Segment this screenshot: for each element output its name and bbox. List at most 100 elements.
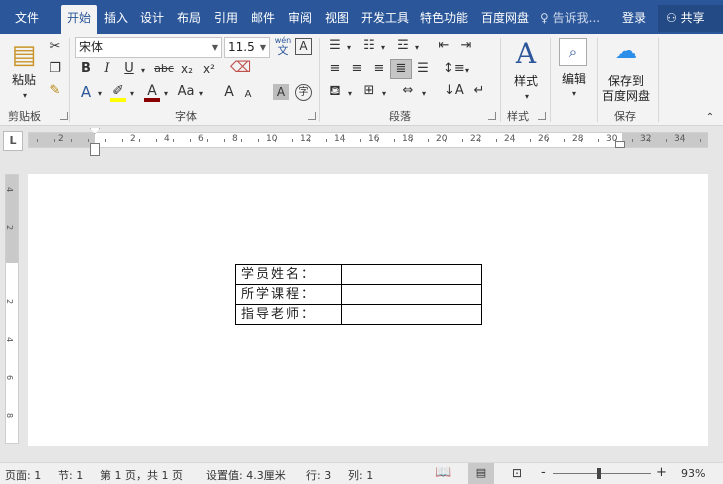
multilevel-dropdown-icon[interactable]: ▾ (413, 40, 421, 56)
italic-button[interactable]: I (100, 61, 114, 77)
styles-gallery-icon[interactable]: A (510, 38, 542, 70)
font-name-combo[interactable]: 宋体 ▼ (75, 37, 222, 58)
tab-mailings[interactable]: 邮件 (246, 7, 280, 34)
format-painter-icon[interactable]: ✎ (46, 83, 64, 99)
underline-dropdown-icon[interactable]: ▾ (138, 63, 148, 79)
editing-dropdown-icon[interactable]: ▾ (569, 86, 579, 102)
collapse-ribbon-icon[interactable]: ⌃ (704, 110, 716, 126)
shading-bucket-icon[interactable]: ⛾ (326, 83, 344, 99)
zoom-slider-thumb[interactable] (597, 468, 601, 479)
baidu-netdisk-icon[interactable]: ☁ (612, 40, 640, 64)
bullets-dropdown-icon[interactable]: ▾ (345, 40, 353, 56)
shrink-font-button[interactable]: A (242, 87, 254, 103)
zoom-slider-track[interactable] (553, 473, 651, 474)
justify-icon[interactable]: ≣ (390, 59, 412, 79)
align-right-icon[interactable]: ≡ (370, 61, 388, 77)
clipboard-launcher-icon[interactable] (60, 112, 68, 120)
tab-design[interactable]: 设计 (135, 7, 169, 34)
info-table[interactable]: 学员姓名： 所学课程： 指导老师： (235, 264, 482, 325)
cut-icon[interactable]: ✂ (46, 39, 64, 55)
copy-icon[interactable]: ❐ (46, 61, 64, 77)
paste-button-label[interactable]: 粘贴 (9, 71, 39, 88)
right-indent-marker[interactable] (615, 141, 625, 148)
tab-developer[interactable]: 开发工具 (357, 7, 413, 34)
tab-layout[interactable]: 布局 (172, 7, 206, 34)
tab-home[interactable]: 开始 (61, 5, 97, 34)
web-layout-icon[interactable]: ⊡ (512, 466, 522, 480)
tab-insert[interactable]: 插入 (99, 7, 133, 34)
tab-selector-button[interactable]: L (3, 131, 23, 151)
borders-dropdown-icon[interactable]: ▾ (380, 86, 388, 102)
bullets-icon[interactable]: ☰ (326, 38, 344, 54)
chinese-layout-dropdown-icon[interactable]: ▾ (420, 86, 428, 102)
left-indent-marker[interactable] (90, 143, 100, 156)
styles-dropdown-icon[interactable]: ▾ (522, 89, 532, 105)
highlight-dropdown-icon[interactable]: ▾ (128, 86, 136, 102)
borders-icon[interactable]: ⊞ (360, 83, 378, 99)
styles-launcher-icon[interactable] (538, 112, 546, 120)
paste-dropdown-icon[interactable]: ▾ (20, 88, 30, 104)
tab-review[interactable]: 审阅 (283, 7, 317, 34)
clear-formatting-icon[interactable]: ⌫ (230, 59, 251, 75)
zoom-out-button[interactable]: - (541, 465, 546, 480)
print-layout-icon[interactable]: ▤ (468, 463, 494, 484)
change-case-button[interactable]: Aa (176, 84, 196, 100)
superscript-button[interactable]: x² (200, 61, 218, 77)
text-effect-dropdown-icon[interactable]: ▾ (96, 86, 104, 102)
status-page[interactable]: 页面: 1 (5, 467, 41, 483)
tab-file[interactable]: 文件 (2, 7, 52, 34)
status-section[interactable]: 节: 1 (58, 467, 83, 483)
save-to-line2[interactable]: 百度网盘 (598, 87, 654, 104)
line-spacing-dropdown-icon[interactable]: ▾ (463, 63, 471, 79)
font-size-combo[interactable]: 11.5 ▼ (224, 37, 270, 58)
increase-indent-icon[interactable]: ⇥ (456, 38, 476, 54)
decrease-indent-icon[interactable]: ⇤ (434, 38, 454, 54)
table-cell-label[interactable]: 学员姓名： (235, 264, 342, 285)
tab-view[interactable]: 视图 (320, 7, 354, 34)
align-center-icon[interactable]: ≡ (348, 61, 366, 77)
change-case-dropdown-icon[interactable]: ▾ (197, 86, 205, 102)
tab-special-features[interactable]: 特色功能 (416, 7, 472, 34)
table-cell-label[interactable]: 所学课程： (235, 284, 342, 305)
chinese-layout-icon[interactable]: ⇔ (398, 83, 418, 99)
zoom-level[interactable]: 93% (681, 467, 705, 480)
clipboard-paste-icon[interactable]: ▤ (9, 40, 39, 70)
grow-font-button[interactable]: A (222, 84, 236, 100)
shading-dropdown-icon[interactable]: ▾ (346, 86, 354, 102)
table-cell-value[interactable] (341, 304, 482, 325)
read-mode-icon[interactable]: 📖 (435, 465, 451, 480)
subscript-button[interactable]: x₂ (178, 61, 196, 77)
search-icon[interactable]: ⌕ (559, 38, 587, 66)
font-color-button[interactable]: A (144, 83, 160, 99)
share-button[interactable]: ⚇ 共享 (658, 5, 723, 32)
font-color-dropdown-icon[interactable]: ▾ (162, 86, 170, 102)
status-line[interactable]: 行: 3 (306, 467, 331, 483)
character-shading-button[interactable]: A (273, 84, 289, 100)
character-border-icon[interactable]: A (295, 38, 312, 55)
numbering-icon[interactable]: ☷ (360, 38, 378, 54)
phonetic-guide-button[interactable]: wén 文 (274, 36, 292, 57)
sort-icon[interactable]: ↓A (444, 83, 464, 99)
styles-button-label[interactable]: 样式 (506, 72, 546, 89)
text-effect-button[interactable]: A (78, 84, 94, 100)
status-page-of[interactable]: 第 1 页，共 1 页 (100, 467, 183, 483)
table-cell-value[interactable] (341, 264, 482, 285)
multilevel-list-icon[interactable]: ☲ (394, 38, 412, 54)
strikethrough-button[interactable]: abc (152, 61, 176, 77)
tell-me-search[interactable]: ♀ 告诉我... (540, 9, 600, 26)
distributed-icon[interactable]: ☰ (414, 61, 432, 77)
underline-button[interactable]: U (122, 61, 136, 77)
status-column[interactable]: 列: 1 (348, 467, 373, 483)
zoom-in-button[interactable]: + (656, 465, 667, 480)
line-spacing-icon[interactable]: ↕≡ (443, 61, 465, 77)
tab-baidu-netdisk[interactable]: 百度网盘 (476, 7, 534, 34)
enclose-characters-button[interactable]: 字 (295, 84, 312, 101)
numbering-dropdown-icon[interactable]: ▾ (379, 40, 387, 56)
login-button[interactable]: 登录 (622, 9, 646, 26)
horizontal-ruler[interactable]: 2 2 4 6 8 10 12 14 16 18 20 22 24 26 28 30 32 34 (28, 132, 708, 148)
font-launcher-icon[interactable] (308, 112, 316, 120)
status-setting[interactable]: 设置值: 4.3厘米 (206, 467, 286, 483)
show-marks-icon[interactable]: ↵ (470, 83, 488, 99)
tab-references[interactable]: 引用 (209, 7, 243, 34)
table-cell-label[interactable]: 指导老师： (235, 304, 342, 325)
